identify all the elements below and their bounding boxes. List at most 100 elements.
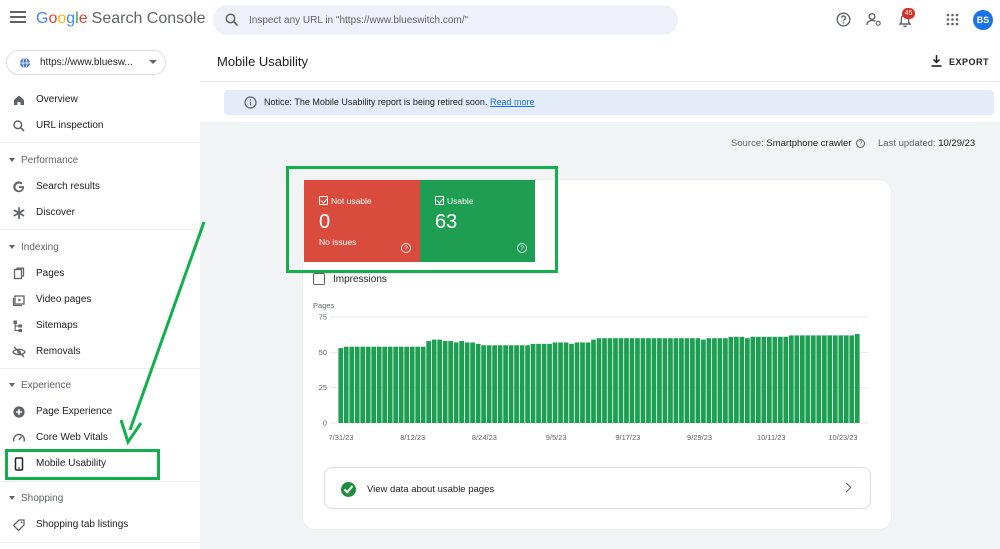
bar <box>437 339 442 423</box>
page-experience-icon <box>13 406 25 418</box>
bar <box>343 346 349 423</box>
section-shopping[interactable]: Shopping <box>0 490 190 508</box>
notice-text: Notice: The Mobile Usability report is b… <box>264 97 535 107</box>
help-icon[interactable] <box>836 12 851 27</box>
bar <box>530 343 536 423</box>
sidebar-item-label: Pages <box>36 268 65 279</box>
logo-letter: G <box>36 10 49 27</box>
bar <box>426 341 432 423</box>
menu-icon[interactable] <box>10 11 26 25</box>
bar <box>739 336 745 423</box>
logo-letter: o <box>57 10 67 27</box>
apps-icon[interactable] <box>946 13 959 26</box>
search-console-app: GoogleSearch Console 45 BS https://www.b… <box>0 0 1000 549</box>
x-tick-label: 9/5/23 <box>546 433 567 442</box>
bar <box>832 335 838 423</box>
help-icon[interactable]: ? <box>856 138 866 148</box>
bar <box>635 338 640 423</box>
sidebar-item-url-inspection[interactable]: URL inspection <box>0 115 190 137</box>
accounts-icon[interactable] <box>866 12 882 27</box>
removals-icon <box>12 346 26 358</box>
google-g-icon <box>13 181 25 193</box>
bar <box>695 338 701 423</box>
annotation-highlight-box <box>286 166 558 273</box>
source-value: Smartphone crawler <box>766 138 852 149</box>
updated-label: Last updated: <box>878 138 936 149</box>
sitemap-icon <box>13 320 22 332</box>
bar <box>810 335 816 423</box>
sidebar-item-overview[interactable]: Overview <box>0 89 190 111</box>
property-selector[interactable]: https://www.bluesw... <box>6 50 166 75</box>
bar <box>552 342 558 423</box>
bar <box>849 335 855 423</box>
sidebar-item-search-results[interactable]: Search results <box>0 176 190 198</box>
y-axis-title: Pages <box>313 301 335 310</box>
bar <box>486 345 492 423</box>
source-info: Source: Smartphone crawler ? <box>731 138 866 149</box>
collapse-triangle-icon <box>9 383 15 387</box>
sidebar-item-label: Search results <box>36 181 100 192</box>
info-icon <box>244 96 257 109</box>
section-performance[interactable]: Performance <box>0 152 190 170</box>
annotation-arrow <box>119 221 206 446</box>
bar <box>662 338 668 423</box>
bar <box>585 342 591 423</box>
x-tick-label: 9/29/23 <box>687 433 712 442</box>
view-data-row[interactable]: View data about usable pages <box>324 467 871 509</box>
bar <box>360 346 366 423</box>
notice-message: Notice: The Mobile Usability report is b… <box>264 97 488 107</box>
bar <box>816 335 822 423</box>
search-input[interactable] <box>249 11 659 29</box>
bar <box>503 345 508 423</box>
read-more-link[interactable]: Read more <box>490 97 535 107</box>
x-tick-label: 10/11/23 <box>757 433 786 442</box>
sidebar-item-label: URL inspection <box>36 120 104 131</box>
bar <box>349 346 355 423</box>
bar <box>514 345 519 423</box>
bar <box>382 346 388 423</box>
bar <box>387 346 393 423</box>
bar <box>508 345 514 423</box>
bar <box>580 342 585 423</box>
notice-banner: Notice: The Mobile Usability report is b… <box>224 90 994 115</box>
video-pages-icon <box>12 295 25 307</box>
bar <box>657 338 662 423</box>
x-tick-label: 9/17/23 <box>615 433 640 442</box>
bar <box>431 339 437 423</box>
bar <box>805 335 811 423</box>
bar <box>338 348 344 423</box>
checkbox-unchecked-icon[interactable] <box>313 273 325 285</box>
bar <box>453 342 459 423</box>
top-bar: GoogleSearch Console 45 BS <box>0 0 1000 40</box>
url-inspection-search[interactable] <box>213 5 678 35</box>
bar <box>838 335 844 423</box>
collapse-triangle-icon <box>9 496 15 500</box>
search-console-logo[interactable]: Google Search Console <box>36 10 205 28</box>
page-title: Mobile Usability <box>217 54 309 69</box>
download-icon <box>931 55 942 67</box>
bar <box>788 335 794 423</box>
sidebar-item-label: Removals <box>36 346 81 357</box>
bar <box>629 338 635 423</box>
bar <box>854 333 860 423</box>
sidebar-item-label: Discover <box>36 207 75 218</box>
bar <box>536 343 541 423</box>
bar <box>365 346 371 423</box>
avatar[interactable]: BS <box>973 10 993 30</box>
bar <box>701 339 706 423</box>
bar <box>684 338 690 423</box>
bar <box>420 346 426 423</box>
bar <box>783 336 789 423</box>
collapse-triangle-icon <box>9 158 15 162</box>
bar <box>415 346 421 423</box>
y-tick-label: 0 <box>323 419 327 428</box>
bar <box>777 336 783 423</box>
sidebar-item-shopping-tab-listings[interactable]: Shopping tab listings <box>0 514 190 536</box>
chevron-right-icon[interactable] <box>841 482 852 493</box>
sidebar-item-label: Core Web Vitals <box>36 432 108 443</box>
check-circle-icon <box>341 482 356 497</box>
search-icon <box>13 120 25 132</box>
annotation-highlight-box <box>5 449 160 480</box>
bar <box>481 345 486 423</box>
bar <box>843 335 849 423</box>
